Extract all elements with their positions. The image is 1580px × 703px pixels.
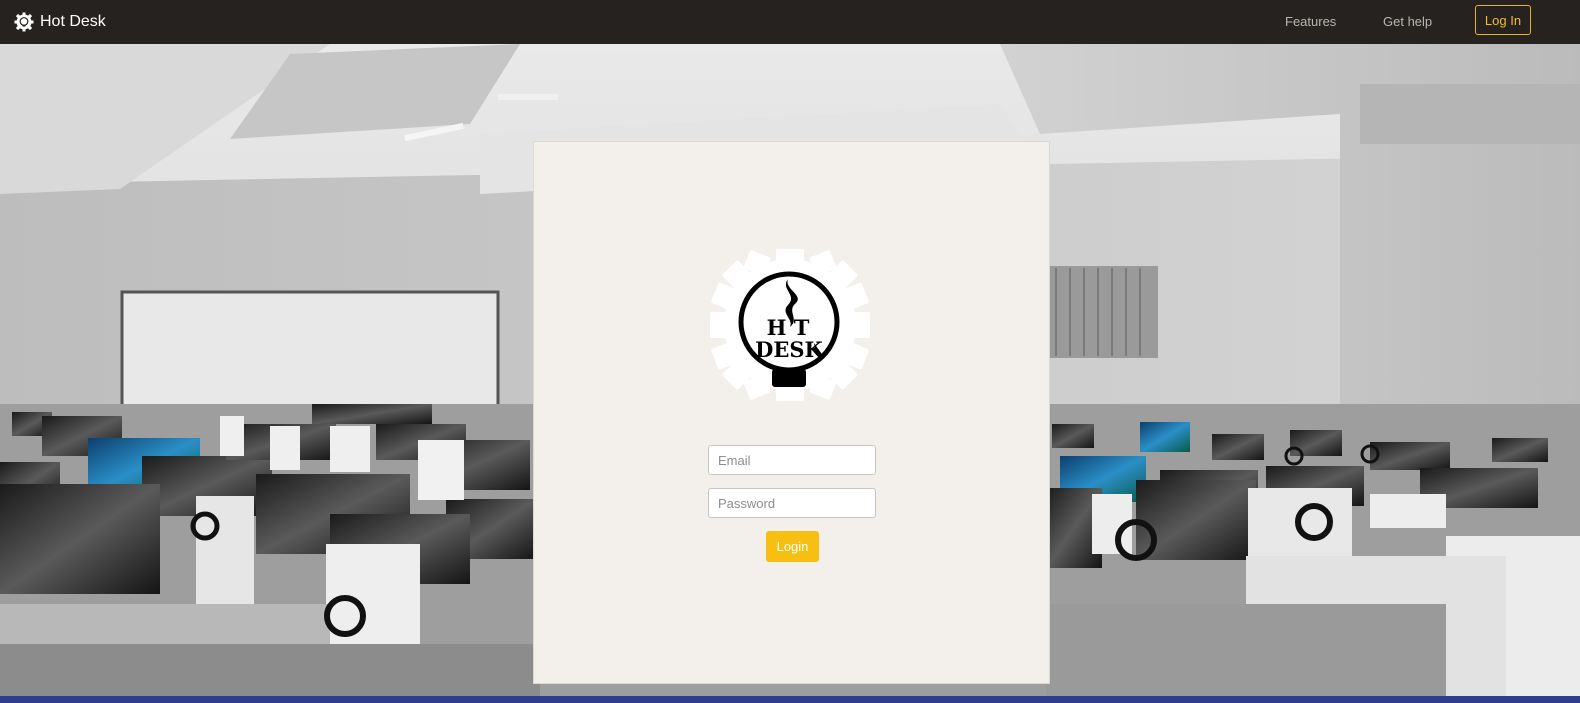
email-field[interactable] — [708, 445, 876, 475]
brand-link[interactable]: Hot Desk — [14, 10, 106, 34]
hot-desk-logo: H T DESK — [710, 249, 870, 401]
login-button[interactable]: Login — [766, 531, 819, 562]
nav-login-button[interactable]: Log In — [1475, 5, 1531, 35]
login-card: H T DESK Login — [533, 141, 1050, 684]
nav-link-features[interactable]: Features — [1285, 14, 1336, 29]
logo-line2: DESK — [755, 337, 823, 362]
brand-title: Hot Desk — [40, 13, 106, 30]
password-field[interactable] — [708, 488, 876, 518]
gear-bulb-icon — [14, 12, 34, 32]
bottom-accent-bar — [0, 696, 1580, 703]
top-navbar: Hot Desk Features Get help Log In — [0, 0, 1580, 44]
nav-link-get-help[interactable]: Get help — [1383, 14, 1432, 29]
